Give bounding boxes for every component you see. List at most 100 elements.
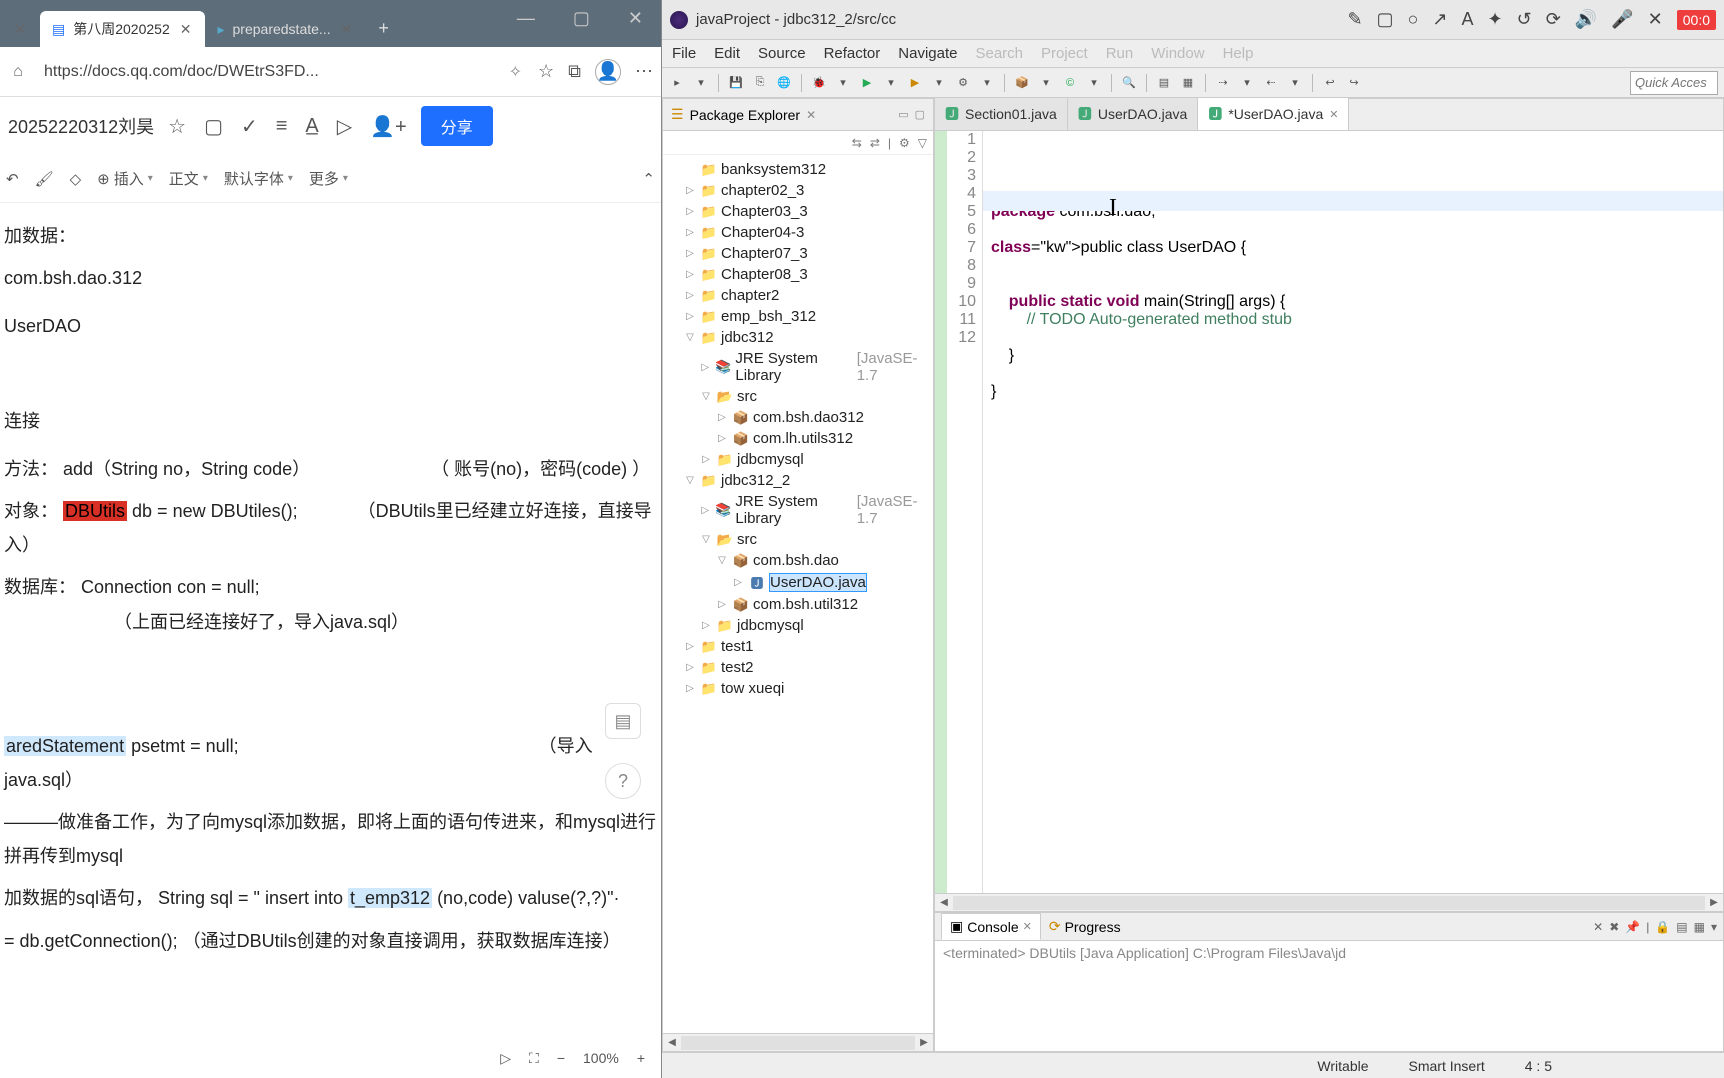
star-icon[interactable]: ☆ <box>168 114 186 139</box>
folder-icon[interactable]: ▢ <box>204 114 223 139</box>
scroll-lock-icon[interactable]: 🔒 <box>1655 920 1670 934</box>
collapse-icon[interactable]: ⇆ <box>852 136 862 150</box>
outline-icon[interactable]: ▦ <box>1179 74 1197 92</box>
chevron-icon[interactable]: ▽ <box>683 332 697 343</box>
chevron-icon[interactable]: ▷ <box>683 269 697 280</box>
chevron-icon[interactable]: ▷ <box>683 662 697 673</box>
chevron-icon[interactable]: ▷ <box>683 248 697 259</box>
close-icon[interactable]: ✕ <box>806 108 816 122</box>
editor-tab-2[interactable]: 🅹*UserDAO.java✕ <box>1198 98 1349 130</box>
code-editor[interactable]: 123456789101112 I package com.bsh.dao; c… <box>935 131 1723 893</box>
remove-icon[interactable]: ✖ <box>1609 920 1619 934</box>
arrow-icon[interactable]: ↗ <box>1432 9 1447 30</box>
refresh-icon[interactable]: ⟳ <box>1546 9 1561 30</box>
ext-tools-icon[interactable]: ⚙ <box>954 74 972 92</box>
check-icon[interactable]: ✓ <box>241 114 258 139</box>
square-icon[interactable]: ▢ <box>1377 9 1394 30</box>
tree-item[interactable]: ▽📁jdbc312_2 <box>663 470 933 491</box>
editor-tab-0[interactable]: 🅹Section01.java <box>935 98 1068 130</box>
filter-icon[interactable]: ▤ <box>1155 74 1173 92</box>
chevron-icon[interactable]: ▷ <box>683 311 697 322</box>
star-icon[interactable]: ✧ <box>509 62 522 82</box>
run-ext-icon[interactable]: ▶ <box>906 74 924 92</box>
chevron-icon[interactable]: ▷ <box>715 412 729 423</box>
tree-item[interactable]: ▷📁jdbcmysql <box>663 615 933 636</box>
new-pkg-icon[interactable]: 📦 <box>1013 74 1031 92</box>
favorites-icon[interactable]: ☆ <box>538 61 554 82</box>
prev-icon[interactable]: ⇠ <box>1262 74 1280 92</box>
browser-tab-1[interactable]: ▤ 第八周2020252 ✕ <box>40 11 205 47</box>
run-icon[interactable]: ▶ <box>858 74 876 92</box>
tree-item[interactable]: ▷📁Chapter08_3 <box>663 264 933 285</box>
add-person-icon[interactable]: 👤+ <box>370 114 407 139</box>
url-input[interactable]: https://docs.qq.com/doc/DWEtrS3FD...✧ <box>38 56 528 88</box>
tree-item[interactable]: ▷📚JRE System Library [JavaSE-1.7 <box>663 491 933 529</box>
chevron-icon[interactable]: ▽ <box>715 555 729 566</box>
tree-item[interactable]: ▽📁jdbc312 <box>663 327 933 348</box>
undo-icon[interactable]: ↺ <box>1517 9 1532 30</box>
tree-item[interactable]: ▽📦com.bsh.dao <box>663 550 933 571</box>
globe-icon[interactable]: 🌐 <box>775 74 793 92</box>
zoom-out-button[interactable]: − <box>557 1050 565 1066</box>
dropdown-icon[interactable]: ▾ <box>1711 920 1717 934</box>
text-style-icon[interactable]: A̲ <box>305 115 318 138</box>
tree-item[interactable]: ▷📦com.bsh.util312 <box>663 594 933 615</box>
chevron-icon[interactable]: ▷ <box>699 620 713 631</box>
fullscreen-icon[interactable]: ⛶ <box>529 1050 539 1067</box>
menu-navigate[interactable]: Navigate <box>898 45 957 62</box>
new-tab-button[interactable]: + <box>366 10 401 47</box>
close-icon[interactable]: ✕ <box>1023 920 1032 933</box>
menu-help[interactable]: Help <box>1223 45 1254 62</box>
menu-run[interactable]: Run <box>1106 45 1134 62</box>
next-icon[interactable]: ⇢ <box>1214 74 1232 92</box>
wand-icon[interactable]: ✦ <box>1488 9 1503 30</box>
fwd-icon[interactable]: ↪ <box>1345 74 1363 92</box>
tree-item[interactable]: ▷📁test2 <box>663 657 933 678</box>
text-icon[interactable]: A <box>1462 9 1474 30</box>
chevron-icon[interactable]: ▽ <box>683 475 697 486</box>
tree-item[interactable]: ▷📁tow xueqi <box>663 678 933 699</box>
progress-tab[interactable]: ⟳Progress <box>1041 914 1129 939</box>
chevron-icon[interactable]: ▽ <box>699 534 713 545</box>
code-content[interactable]: I package com.bsh.dao; class="kw">public… <box>983 131 1723 893</box>
more-menu[interactable]: 更多 ▾ <box>309 168 348 189</box>
close-icon[interactable]: ✕ <box>339 21 355 38</box>
floating-button[interactable]: ▤ <box>605 703 641 739</box>
tree-item[interactable]: ▷🅹UserDAO.java <box>663 571 933 594</box>
tree-item[interactable]: 📁banksystem312 <box>663 159 933 180</box>
tree-item[interactable]: ▷📦com.lh.utils312 <box>663 428 933 449</box>
tree-item[interactable]: ▷📁Chapter04-3 <box>663 222 933 243</box>
mic-icon[interactable]: 🎤 <box>1611 9 1633 30</box>
menu-project[interactable]: Project <box>1041 45 1088 62</box>
chevron-icon[interactable]: ▷ <box>683 290 697 301</box>
menu-edit[interactable]: Edit <box>714 45 740 62</box>
chevron-icon[interactable]: ▷ <box>683 227 697 238</box>
open-icon[interactable]: ▦ <box>1694 920 1705 934</box>
body-menu[interactable]: 正文 ▾ <box>169 168 208 189</box>
collections-icon[interactable]: ⧉ <box>568 61 581 82</box>
minimize-icon[interactable]: ▭ <box>898 108 908 121</box>
chevron-icon[interactable]: ▷ <box>699 454 713 465</box>
tree-item[interactable]: ▷📁test1 <box>663 636 933 657</box>
chevron-icon[interactable]: ▷ <box>683 206 697 217</box>
console-tab[interactable]: ▣Console✕ <box>941 913 1041 940</box>
close-icon[interactable]: ✕ <box>1329 108 1338 121</box>
zoom-in-button[interactable]: + <box>637 1050 645 1066</box>
font-menu[interactable]: 默认字体 ▾ <box>224 168 293 189</box>
back-icon[interactable]: ↩ <box>1321 74 1339 92</box>
clear-icon[interactable]: ✕ <box>1593 920 1603 934</box>
close-button[interactable]: ✕ <box>618 4 653 33</box>
close-icon[interactable]: ✕ <box>1648 9 1663 30</box>
pencil-icon[interactable]: ✎ <box>1347 9 1362 30</box>
maximize-icon[interactable]: ▢ <box>915 108 925 121</box>
chevron-icon[interactable]: ▷ <box>731 577 745 588</box>
browser-tab-2[interactable]: ▸ preparedstate... ✕ <box>205 11 366 47</box>
menu-icon[interactable]: ▽ <box>918 136 927 150</box>
tree-item[interactable]: ▷📁emp_bsh_312 <box>663 306 933 327</box>
menu-window[interactable]: Window <box>1151 45 1204 62</box>
browser-tab-0[interactable]: ✕ <box>0 11 40 47</box>
more-icon[interactable]: ⋯ <box>635 61 653 82</box>
doc-content[interactable]: 加数据： com.bsh.dao.312 UserDAO 连接 方法： add（… <box>0 203 661 1038</box>
project-tree[interactable]: 📁banksystem312▷📁chapter02_3▷📁Chapter03_3… <box>663 155 933 1033</box>
menu-file[interactable]: File <box>672 45 696 62</box>
